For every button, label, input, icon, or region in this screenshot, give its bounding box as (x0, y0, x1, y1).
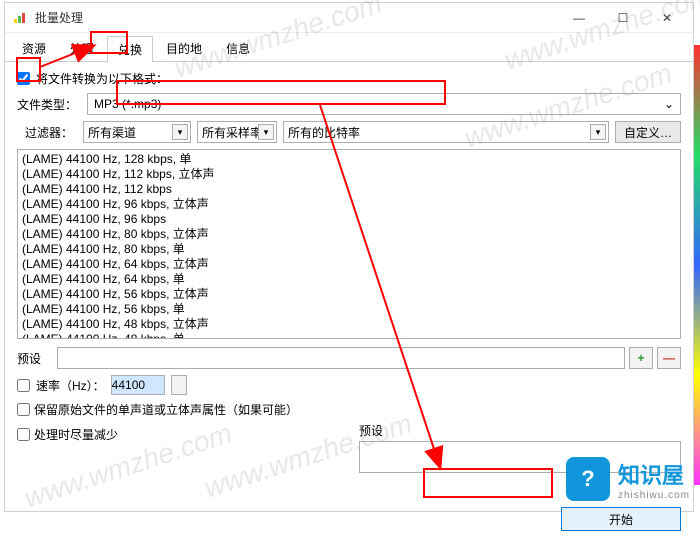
reduce-label: 处理时尽量减少 (34, 426, 118, 443)
list-item[interactable]: (LAME) 44100 Hz, 56 kbps, 立体声 (22, 287, 676, 302)
tab-bar: 资源 处理 兑换 目的地 信息 (5, 33, 693, 62)
chevron-down-icon: ▾ (258, 124, 274, 140)
tab-resource[interactable]: 资源 (11, 35, 57, 61)
window-title: 批量处理 (35, 9, 557, 26)
list-item[interactable]: (LAME) 44100 Hz, 56 kbps, 单 (22, 302, 676, 317)
convert-checkbox-row: 将文件转换为以下格式： (17, 70, 681, 87)
rate-input[interactable] (111, 375, 165, 395)
list-item[interactable]: (LAME) 44100 Hz, 112 kbps, 立体声 (22, 167, 676, 182)
list-item[interactable]: (LAME) 44100 Hz, 64 kbps, 立体声 (22, 257, 676, 272)
list-item[interactable]: (LAME) 44100 Hz, 96 kbps, 立体声 (22, 197, 676, 212)
keep-original-row: 保留原始文件的单声道或立体声属性（如果可能） (17, 401, 681, 418)
filter-label: 过滤器： (17, 124, 77, 141)
preset-add-button[interactable]: + (629, 347, 653, 369)
filter-samplerate-value: 所有采样率 (202, 124, 262, 141)
titlebar: 批量处理 — ☐ ✕ (5, 3, 693, 33)
reduce-checkbox[interactable] (17, 428, 30, 441)
start-button[interactable]: 开始 (561, 507, 681, 531)
tab-destination[interactable]: 目的地 (155, 35, 213, 61)
keep-original-label: 保留原始文件的单声道或立体声属性（如果可能） (34, 401, 298, 418)
list-item[interactable]: (LAME) 44100 Hz, 96 kbps (22, 212, 676, 227)
window-frame: 批量处理 — ☐ ✕ 资源 处理 兑换 目的地 信息 将文件转换为以下格式： 文… (4, 2, 694, 512)
filetype-row: 文件类型： MP3 (*.mp3) ⌄ (17, 93, 681, 115)
brand-icon: ? (566, 457, 610, 501)
minimize-button[interactable]: — (557, 3, 601, 33)
list-item[interactable]: (LAME) 44100 Hz, 80 kbps, 立体声 (22, 227, 676, 242)
list-item[interactable]: (LAME) 44100 Hz, 48 kbps, 单 (22, 332, 676, 339)
format-listbox[interactable]: (LAME) 44100 Hz, 128 kbps, 单(LAME) 44100… (17, 149, 681, 339)
window-controls: — ☐ ✕ (557, 3, 689, 33)
filter-channel-value: 所有渠道 (88, 124, 136, 141)
rate-checkbox[interactable] (17, 379, 30, 392)
tab-info[interactable]: 信息 (215, 35, 261, 61)
filetype-label: 文件类型： (17, 96, 81, 113)
filter-channel-select[interactable]: 所有渠道 ▾ (83, 121, 191, 143)
preset-remove-button[interactable]: — (657, 347, 681, 369)
filter-bitrate-value: 所有的比特率 (288, 124, 360, 141)
filter-row: 过滤器： 所有渠道 ▾ 所有采样率 ▾ 所有的比特率 ▾ 自定义… (17, 121, 681, 143)
chevron-down-icon: ▾ (172, 124, 188, 140)
convert-checkbox-label: 将文件转换为以下格式： (36, 70, 168, 87)
tab-process[interactable]: 处理 (59, 35, 105, 61)
brand-name: 知识屋 (618, 458, 690, 490)
reduce-row: 处理时尽量减少 (17, 426, 339, 443)
custom-button[interactable]: 自定义… (615, 121, 681, 143)
filter-samplerate-select[interactable]: 所有采样率 ▾ (197, 121, 277, 143)
filter-bitrate-select[interactable]: 所有的比特率 ▾ (283, 121, 609, 143)
chevron-down-icon: ⌄ (664, 97, 674, 111)
brand-logo: ? 知识屋 zhishiwu.com (566, 457, 690, 501)
close-button[interactable]: ✕ (645, 3, 689, 33)
rate-spinner[interactable] (171, 375, 187, 395)
rate-row: 速率（Hz）： (17, 375, 681, 395)
app-icon (13, 10, 29, 26)
chevron-down-icon: ▾ (590, 124, 606, 140)
keep-original-checkbox[interactable] (17, 403, 30, 416)
convert-checkbox[interactable] (17, 72, 30, 85)
preset-label: 预设 (17, 350, 53, 367)
maximize-button[interactable]: ☐ (601, 3, 645, 33)
filetype-value: MP3 (*.mp3) (94, 97, 161, 111)
filetype-select[interactable]: MP3 (*.mp3) ⌄ (87, 93, 681, 115)
preset-row: 预设 + — (17, 347, 681, 369)
brand-sub: zhishiwu.com (618, 490, 690, 501)
list-item[interactable]: (LAME) 44100 Hz, 48 kbps, 立体声 (22, 317, 676, 332)
bottom-preset-label: 预设 (359, 422, 681, 439)
list-item[interactable]: (LAME) 44100 Hz, 64 kbps, 单 (22, 272, 676, 287)
rate-label: 速率（Hz）： (36, 377, 105, 394)
list-item[interactable]: (LAME) 44100 Hz, 80 kbps, 单 (22, 242, 676, 257)
list-item[interactable]: (LAME) 44100 Hz, 112 kbps (22, 182, 676, 197)
list-item[interactable]: (LAME) 44100 Hz, 128 kbps, 单 (22, 152, 676, 167)
tab-convert[interactable]: 兑换 (107, 36, 153, 62)
preset-select[interactable] (57, 347, 625, 369)
decorative-strip (694, 45, 700, 485)
